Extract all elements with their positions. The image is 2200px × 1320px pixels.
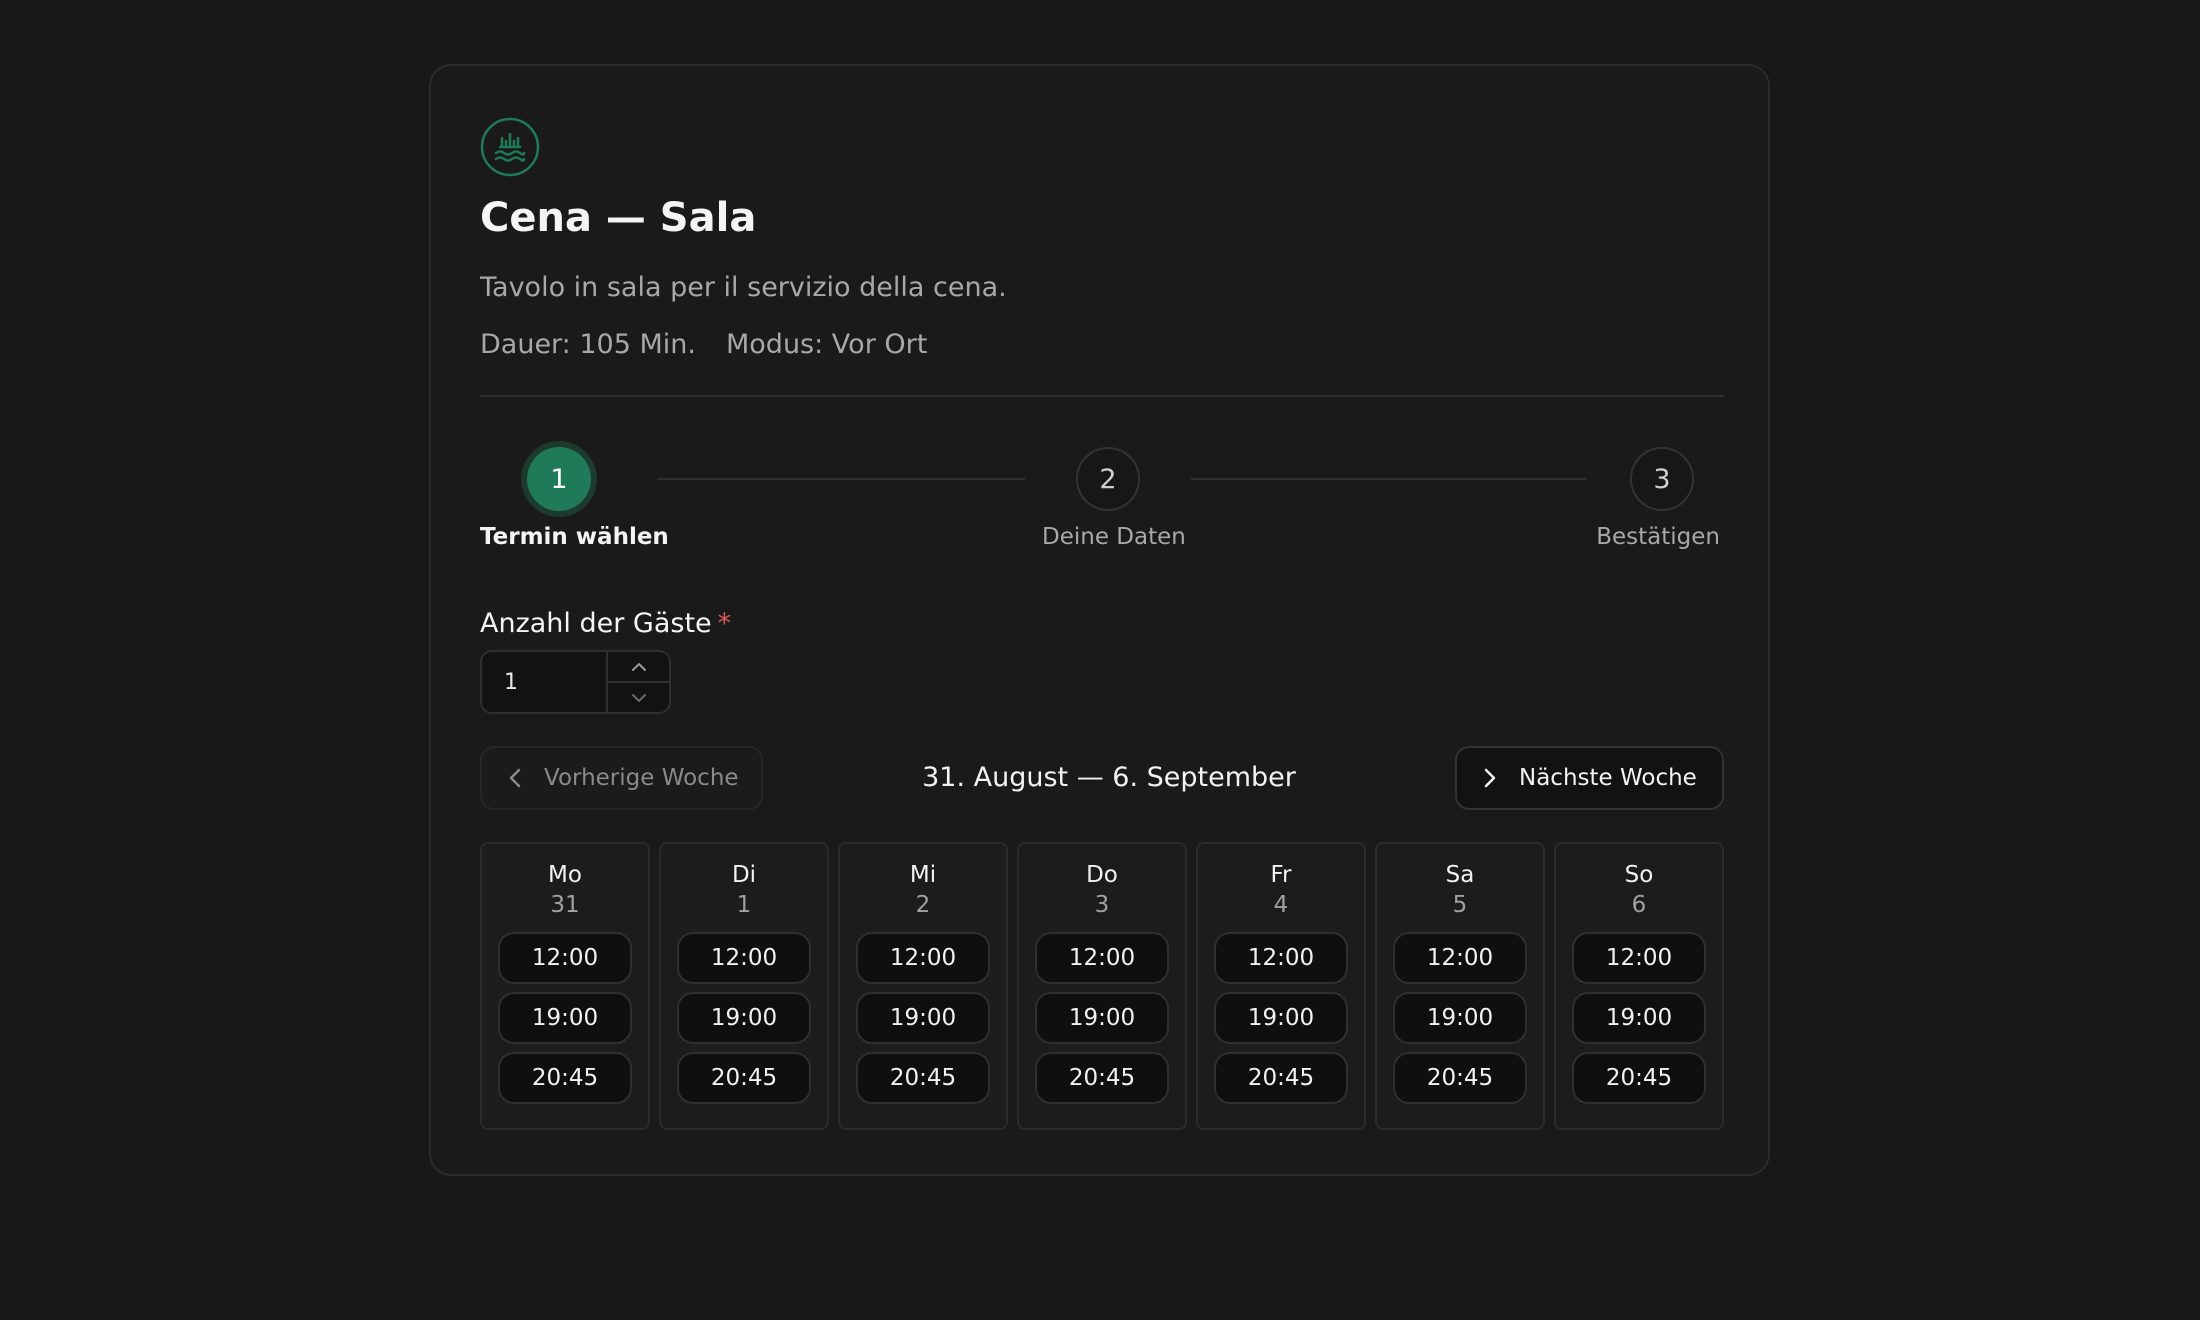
step-3-indicator: 3	[1630, 447, 1694, 511]
days-grid: Mo 31 12:00 19:00 20:45 Di 1 12:00 19:00…	[480, 842, 1724, 1130]
day-date: 4	[1273, 892, 1289, 918]
step-1-label: Termin wählen	[480, 524, 669, 550]
previous-week-button[interactable]: Vorherige Woche	[480, 746, 763, 810]
time-slot-button[interactable]: 19:00	[1214, 992, 1348, 1044]
chevron-up-icon	[631, 662, 646, 671]
time-slot-button[interactable]: 20:45	[1214, 1052, 1348, 1104]
time-slot-button[interactable]: 19:00	[1393, 992, 1527, 1044]
time-slot-button[interactable]: 12:00	[1214, 932, 1348, 984]
next-week-label: Nächste Woche	[1519, 765, 1697, 791]
step-1-indicator: 1	[527, 447, 591, 511]
day-name: Fr	[1270, 862, 1292, 888]
day-name: So	[1624, 862, 1654, 888]
day-date: 31	[550, 892, 580, 918]
time-slot-button[interactable]: 12:00	[1393, 932, 1527, 984]
day-name: Do	[1086, 862, 1118, 888]
time-slot-button[interactable]: 20:45	[677, 1052, 811, 1104]
time-slot-button[interactable]: 12:00	[1035, 932, 1169, 984]
day-column-sa: Sa 5 12:00 19:00 20:45	[1375, 842, 1545, 1130]
guests-input[interactable]: 1	[482, 652, 608, 712]
time-slot-button[interactable]: 19:00	[498, 992, 632, 1044]
event-duration: Dauer: 105 Min.	[480, 329, 696, 360]
event-description: Tavolo in sala per il servizio della cen…	[480, 272, 1007, 303]
guests-label-text: Anzahl der Gäste	[480, 608, 712, 639]
day-column-so: So 6 12:00 19:00 20:45	[1554, 842, 1724, 1130]
event-meta: Dauer: 105 Min. Modus: Vor Ort	[480, 327, 927, 362]
guests-stepper: 1	[480, 650, 671, 714]
time-slot-button[interactable]: 12:00	[856, 932, 990, 984]
time-slot-button[interactable]: 12:00	[498, 932, 632, 984]
chevron-right-icon	[1483, 767, 1497, 789]
chevron-down-icon	[631, 693, 646, 702]
time-slot-button[interactable]: 19:00	[1035, 992, 1169, 1044]
step-connector	[1191, 478, 1587, 480]
decrement-button[interactable]	[608, 681, 669, 712]
day-name: Sa	[1445, 862, 1475, 888]
day-name: Mi	[909, 862, 937, 888]
day-column-mi: Mi 2 12:00 19:00 20:45	[838, 842, 1008, 1130]
time-slot-button[interactable]: 12:00	[1572, 932, 1706, 984]
chevron-left-icon	[508, 767, 522, 789]
guests-stepper-arrows	[608, 652, 669, 712]
day-column-fr: Fr 4 12:00 19:00 20:45	[1196, 842, 1366, 1130]
restaurant-logo-icon	[480, 117, 540, 177]
required-mark: *	[717, 608, 732, 639]
time-slot-button[interactable]: 19:00	[1572, 992, 1706, 1044]
week-range: 31. August — 6. September	[922, 762, 1296, 793]
increment-button[interactable]	[608, 652, 669, 681]
time-slot-button[interactable]: 20:45	[498, 1052, 632, 1104]
day-date: 1	[736, 892, 752, 918]
day-date: 6	[1631, 892, 1647, 918]
previous-week-label: Vorherige Woche	[544, 765, 739, 791]
day-date: 2	[915, 892, 931, 918]
time-slot-button[interactable]: 19:00	[856, 992, 990, 1044]
booking-card: Cena — Sala Tavolo in sala per il serviz…	[429, 64, 1770, 1176]
day-column-do: Do 3 12:00 19:00 20:45	[1017, 842, 1187, 1130]
time-slot-button[interactable]: 20:45	[856, 1052, 990, 1104]
divider	[480, 395, 1724, 397]
day-name: Mo	[548, 862, 582, 888]
step-2-indicator: 2	[1076, 447, 1140, 511]
day-column-mo: Mo 31 12:00 19:00 20:45	[480, 842, 650, 1130]
event-title: Cena — Sala	[480, 195, 757, 241]
time-slot-button[interactable]: 20:45	[1035, 1052, 1169, 1104]
step-3-label: Bestätigen	[1596, 524, 1720, 550]
next-week-button[interactable]: Nächste Woche	[1455, 746, 1724, 810]
time-slot-button[interactable]: 20:45	[1393, 1052, 1527, 1104]
time-slot-button[interactable]: 20:45	[1572, 1052, 1706, 1104]
guests-label: Anzahl der Gäste *	[480, 608, 731, 639]
day-name: Di	[731, 862, 757, 888]
event-mode: Modus: Vor Ort	[725, 329, 928, 360]
day-column-di: Di 1 12:00 19:00 20:45	[659, 842, 829, 1130]
time-slot-button[interactable]: 19:00	[677, 992, 811, 1044]
day-date: 3	[1094, 892, 1110, 918]
step-2-label: Deine Daten	[1042, 524, 1186, 550]
step-connector	[657, 478, 1025, 480]
time-slot-button[interactable]: 12:00	[677, 932, 811, 984]
day-date: 5	[1452, 892, 1468, 918]
